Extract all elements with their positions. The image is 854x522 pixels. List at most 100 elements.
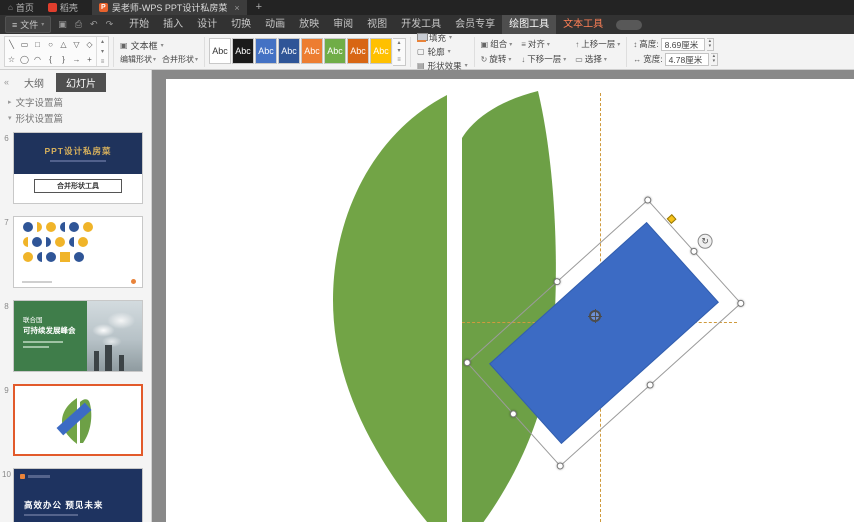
merge-shape-button[interactable]: 合并形状 ▾	[162, 54, 198, 65]
slide-10-thumbnail[interactable]: 高效办公 预见未来	[13, 468, 143, 522]
style-preset-8[interactable]: Abc	[370, 37, 393, 64]
arc-shape-icon[interactable]: ◠	[31, 52, 44, 67]
align-button[interactable]: ≡ 对齐 ▾	[521, 38, 566, 50]
gallery-more-icon[interactable]: ≡	[97, 57, 108, 67]
pattern-row	[14, 237, 142, 247]
menu-tab-text-tools[interactable]: 文本工具	[556, 15, 610, 34]
height-stepper[interactable]: ▴ ▾	[706, 37, 715, 51]
style-preset-1[interactable]: Abc	[209, 37, 232, 64]
step-down-icon[interactable]: ▾	[710, 58, 718, 65]
style-preset-3[interactable]: Abc	[255, 37, 278, 64]
pattern-shape	[60, 222, 65, 232]
menu-tab-view[interactable]: 视图	[360, 15, 394, 34]
pattern-shape	[46, 222, 56, 232]
shape-gallery-grid: ╲ ▭ □ ○ △ ▽ ◇ ☆ ◯ ◠ { } → +	[5, 37, 96, 66]
square-shape-icon[interactable]: □	[31, 37, 44, 52]
scroll-up-icon[interactable]: ▴	[97, 37, 108, 47]
triangle-down-shape-icon[interactable]: ▽	[70, 37, 83, 52]
slide-6-thumbnail[interactable]: PPT设计私房菜 合并形状工具	[13, 132, 143, 204]
chevron-down-icon: ▾	[603, 56, 607, 63]
rotate-handle[interactable]: ↻	[697, 233, 713, 249]
pattern-shape	[23, 222, 33, 232]
send-backward-button[interactable]: ↓ 下移一层 ▾	[521, 53, 566, 65]
style-preset-2[interactable]: Abc	[232, 37, 255, 64]
menu-tab-transition[interactable]: 切换	[224, 15, 258, 34]
tab-slides[interactable]: 幻灯片	[56, 72, 107, 92]
chevron-down-icon: ▾	[563, 56, 567, 63]
menu-tab-drawing-tools[interactable]: 绘图工具	[502, 15, 557, 34]
height-input[interactable]: 8.69厘米	[660, 37, 705, 51]
slide-number: 8	[4, 302, 9, 311]
section-text-settings[interactable]: ▸ 文字设置篇	[0, 94, 151, 110]
brace-left-shape-icon[interactable]: {	[44, 52, 57, 67]
slide-7-thumbnail[interactable]	[13, 216, 143, 288]
menu-tab-animation[interactable]: 动画	[258, 15, 292, 34]
plus-shape-icon[interactable]: +	[83, 52, 96, 67]
tab-outline[interactable]: 大纲	[14, 73, 54, 92]
outline-button[interactable]: ▢ 轮廓 ▾	[417, 46, 468, 58]
menu-tab-slideshow[interactable]: 放映	[292, 15, 326, 34]
star-shape-icon[interactable]: ☆	[5, 52, 18, 67]
scroll-down-icon[interactable]: ▾	[97, 47, 108, 57]
oval-shape-icon[interactable]: ◯	[18, 52, 31, 67]
home-button[interactable]: ⌂ 首页	[0, 0, 42, 15]
slide-canvas[interactable]: ↻	[166, 79, 854, 522]
slide-9-thumbnail-selected[interactable]	[13, 384, 143, 456]
menu-tab-design[interactable]: 设计	[190, 15, 224, 34]
style-preset-7[interactable]: Abc	[347, 37, 370, 64]
scroll-up-icon[interactable]: ▴	[393, 39, 405, 48]
slide-thumbnail-row: 6 PPT设计私房菜 合并形状工具	[0, 132, 151, 204]
document-tab[interactable]: P 吴老师-WPS PPT设计私房菜 ×	[91, 0, 247, 15]
style-preset-5[interactable]: Abc	[301, 37, 324, 64]
brace-right-shape-icon[interactable]: }	[57, 52, 70, 67]
textbox-button[interactable]: ▣ 文本框 ▾	[120, 39, 198, 52]
bring-forward-button[interactable]: ↑ 上移一层 ▾	[575, 38, 620, 50]
editing-canvas[interactable]: ↻	[152, 70, 854, 522]
gallery-more-icon[interactable]: ≡	[393, 56, 405, 65]
file-menu-button[interactable]: ≡ 文件 ▾	[5, 16, 52, 33]
chevron-down-icon: ▾	[41, 22, 45, 28]
selection-handle-n[interactable]	[552, 276, 563, 287]
redo-icon[interactable]: ↷	[106, 19, 114, 30]
step-down-icon[interactable]: ▾	[706, 43, 714, 50]
rotate-button[interactable]: ↻ 旋转 ▾	[481, 53, 513, 65]
menu-tab-start[interactable]: 开始	[122, 15, 156, 34]
scroll-down-icon[interactable]: ▾	[393, 47, 405, 56]
width-stepper[interactable]: ▴ ▾	[710, 52, 719, 66]
divider	[473, 36, 475, 67]
collapse-panel-icon[interactable]: «	[4, 77, 9, 87]
select-button[interactable]: ▭ 选择 ▾	[575, 53, 620, 65]
pattern-shape	[74, 252, 84, 262]
fill-outline-group: 填充 ▾ ▢ 轮廓 ▾ ▤ 形状效果 ▾	[415, 32, 470, 72]
menubar-extra-pill[interactable]	[616, 19, 643, 30]
print-icon[interactable]: ⎙	[75, 19, 82, 30]
style-preset-6[interactable]: Abc	[324, 37, 347, 64]
home-label: 首页	[15, 3, 34, 13]
menu-tab-review[interactable]: 审阅	[326, 15, 360, 34]
shape-gallery[interactable]: ╲ ▭ □ ○ △ ▽ ◇ ☆ ◯ ◠ { } → + ▴ ▾ ≡	[4, 36, 109, 67]
text-bar	[23, 346, 49, 348]
arrow-shape-icon[interactable]: →	[70, 52, 83, 67]
undo-icon[interactable]: ↶	[90, 19, 98, 30]
line-shape-icon[interactable]: ╲	[5, 37, 18, 52]
pattern-shape	[32, 237, 42, 247]
diamond-shape-icon[interactable]: ◇	[83, 37, 96, 52]
docer-button[interactable]: 稻壳	[42, 0, 84, 15]
style-preset-4[interactable]: Abc	[278, 37, 301, 64]
section-shape-settings[interactable]: ▾ 形状设置篇	[0, 110, 151, 126]
fill-button[interactable]: 填充 ▾	[417, 32, 468, 44]
group-button[interactable]: ▣ 组合 ▾	[481, 38, 513, 50]
rectangle-shape-icon[interactable]: ▭	[18, 37, 31, 52]
chevron-down-icon: ▾	[153, 56, 157, 63]
new-tab-button[interactable]: +	[256, 2, 262, 13]
width-input[interactable]: 4.78厘米	[664, 52, 709, 66]
pattern-shape	[60, 252, 70, 262]
edit-shape-button[interactable]: 编辑形状 ▾	[120, 54, 156, 65]
slide-8-thumbnail[interactable]: 联合国 可持续发展峰会	[13, 300, 143, 372]
leaf-left-shape[interactable]	[333, 95, 447, 522]
close-tab-icon[interactable]: ×	[234, 3, 239, 13]
menu-tab-insert[interactable]: 插入	[156, 15, 190, 34]
triangle-shape-icon[interactable]: △	[57, 37, 70, 52]
circle-shape-icon[interactable]: ○	[44, 37, 57, 52]
save-icon[interactable]: ▣	[58, 19, 67, 30]
